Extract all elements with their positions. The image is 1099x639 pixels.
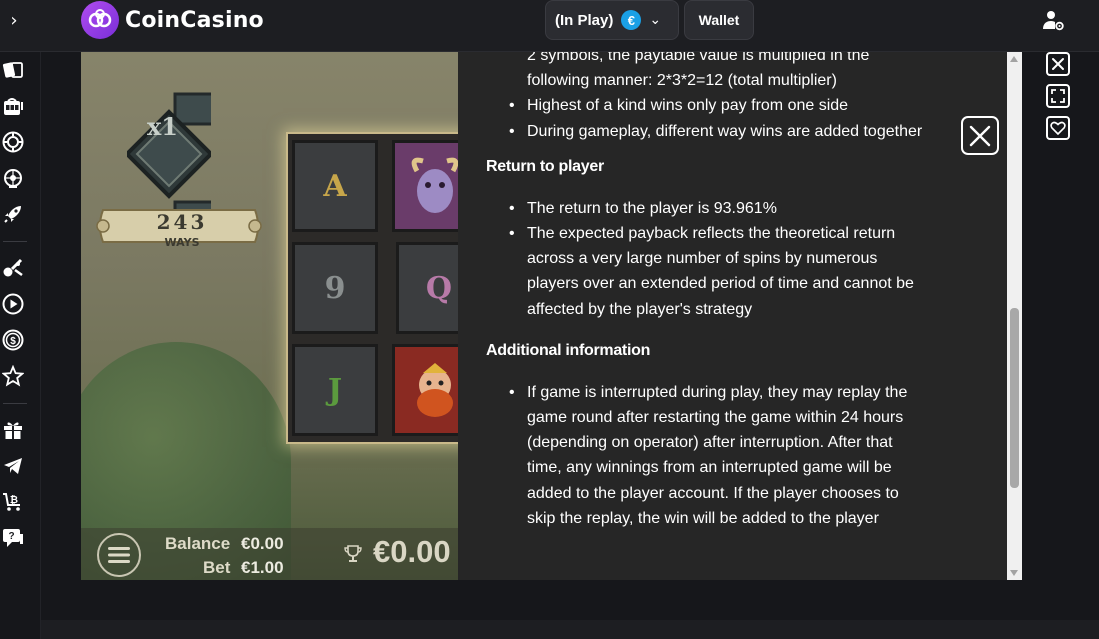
- reel-symbol-q: Q: [396, 242, 458, 334]
- balance-label: Balance: [165, 534, 231, 553]
- chevron-down-icon: ⌄: [649, 12, 662, 28]
- balance-selector[interactable]: (In Play) € ⌄: [545, 0, 679, 40]
- star-icon[interactable]: [1, 364, 25, 388]
- list-item: Highest of a kind wins only pay from one…: [486, 93, 926, 118]
- favorite-button[interactable]: [1046, 116, 1070, 140]
- coincasino-logo-icon: [81, 1, 119, 39]
- play-circle-icon[interactable]: [1, 292, 25, 316]
- additional-bullets: If game is interrupted during play, they…: [486, 380, 926, 531]
- svg-text:$: $: [10, 336, 16, 347]
- gift-icon[interactable]: [1, 418, 25, 442]
- heart-icon: [1050, 121, 1066, 135]
- trophy-icon: [344, 545, 362, 562]
- close-game-button[interactable]: [1046, 52, 1070, 76]
- roulette-icon[interactable]: [1, 166, 25, 190]
- chevron-right-icon: ›: [10, 9, 18, 31]
- return-to-player-heading: Return to player: [486, 157, 604, 175]
- sidebar-divider: [3, 403, 27, 404]
- scroll-thumb[interactable]: [1010, 308, 1019, 488]
- reel-symbol-9: 9: [292, 242, 378, 334]
- ways-label: WAYS: [164, 236, 200, 249]
- top-bar: › CoinCasino (In Play) € ⌄ Wallet: [0, 0, 1099, 52]
- svg-text:?: ?: [8, 531, 14, 542]
- win-amount: €0.00: [373, 534, 451, 569]
- dollar-coin-icon[interactable]: $: [1, 328, 25, 352]
- multiplier-value: x1: [147, 112, 179, 141]
- sports-icon[interactable]: [1, 256, 25, 280]
- game-info-panel: 2 symbols, the paytable value is multipl…: [458, 52, 1007, 580]
- close-info-button[interactable]: [961, 116, 999, 155]
- bet-label: Bet: [203, 558, 231, 577]
- wallet-button[interactable]: Wallet: [684, 0, 754, 40]
- brand-logo[interactable]: CoinCasino: [81, 1, 264, 39]
- bet-value: €1.00: [241, 558, 284, 577]
- game-rules-text: 2 symbols, the paytable value is multipl…: [486, 52, 926, 531]
- slot-machine-icon[interactable]: [1, 95, 25, 119]
- close-icon: [1052, 58, 1064, 70]
- sidebar-border: [40, 52, 41, 639]
- fullscreen-icon: [1051, 89, 1065, 103]
- euro-currency-icon: €: [621, 10, 642, 30]
- reel-symbol-j: J: [292, 344, 378, 436]
- info-scrollbar[interactable]: [1007, 52, 1022, 580]
- reel-symbol-dwarf-character: [392, 344, 458, 436]
- support-chat-icon[interactable]: ?: [1, 526, 25, 550]
- user-settings-icon[interactable]: [1041, 8, 1065, 32]
- game-menu-button[interactable]: [97, 533, 141, 577]
- list-item: During gameplay, different way wins are …: [486, 119, 926, 144]
- list-item: The expected payback reflects the theore…: [486, 221, 926, 322]
- ways-number: 243: [156, 210, 208, 234]
- sidebar-divider: [3, 241, 27, 242]
- rules-line: 2 symbols, the paytable value is multipl…: [527, 52, 870, 64]
- sidebar: $ ₿ ?: [0, 52, 28, 639]
- brand-name: CoinCasino: [125, 7, 264, 33]
- telegram-icon[interactable]: [1, 454, 25, 478]
- rocket-icon[interactable]: [1, 202, 25, 226]
- crypto-cart-icon[interactable]: ₿: [1, 490, 25, 514]
- additional-information-heading: Additional information: [486, 341, 651, 359]
- reel-grid[interactable]: A 9 Q J: [286, 132, 458, 444]
- reel-symbol-goat-character: [392, 140, 458, 232]
- cards-icon[interactable]: [1, 58, 25, 82]
- sidebar-expand-button[interactable]: ›: [0, 0, 28, 40]
- scroll-up-arrow-icon[interactable]: [1010, 56, 1018, 62]
- game-hud: Balance €0.00 Bet €1.00 €0.00: [81, 528, 458, 580]
- reel-symbol-a: A: [292, 140, 378, 232]
- svg-text:₿: ₿: [10, 494, 18, 506]
- poker-chip-icon[interactable]: [1, 130, 25, 154]
- rules-bullets: Highest of a kind wins only pay from one…: [486, 93, 926, 144]
- rules-line: following manner: 2*3*2=12 (total multip…: [527, 72, 837, 90]
- balance-value: €0.00: [241, 534, 284, 553]
- inplay-label: (In Play): [555, 11, 614, 29]
- game-canvas[interactable]: x1 243 WAYS A 9 Q J Balance €0.00 Bet €1…: [81, 52, 458, 580]
- close-icon: [969, 125, 991, 146]
- list-item: If game is interrupted during play, they…: [486, 380, 926, 531]
- scroll-down-arrow-icon[interactable]: [1010, 570, 1018, 576]
- fullscreen-button[interactable]: [1046, 84, 1070, 108]
- hamburger-icon: [108, 547, 130, 563]
- rtp-bullets: The return to the player is 93.961% The …: [486, 196, 926, 322]
- page-footer-strip: [41, 620, 1099, 639]
- list-item: The return to the player is 93.961%: [486, 196, 926, 221]
